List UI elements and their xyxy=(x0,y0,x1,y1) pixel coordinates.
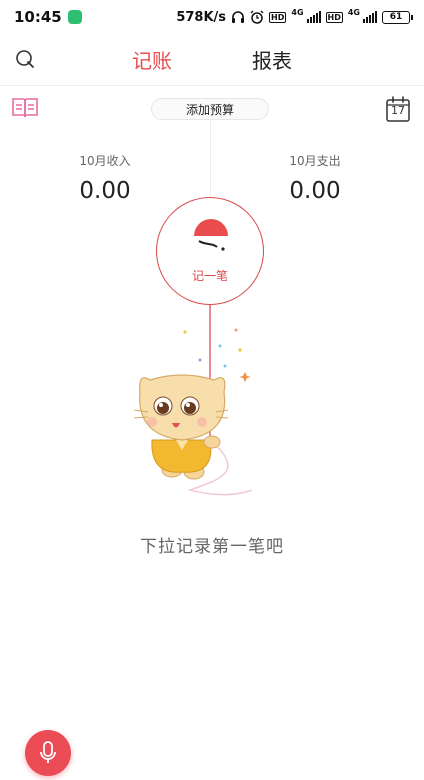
hd-badge: HD xyxy=(269,11,287,23)
pen-icon xyxy=(194,219,228,251)
top-nav: 记账 报表 xyxy=(0,34,424,86)
expense-summary: 10月支出 0.00 xyxy=(250,152,380,204)
calendar-day: 17 xyxy=(391,104,405,117)
income-summary: 10月收入 0.00 xyxy=(40,152,170,204)
expense-label: 10月支出 xyxy=(289,154,341,168)
record-entry-button[interactable]: 记一笔 xyxy=(156,197,264,305)
net-speed: 578K/s xyxy=(176,9,227,25)
hd-badge-2: HD xyxy=(325,11,343,23)
status-time: 10:45 xyxy=(14,8,62,26)
expense-value: 0.00 xyxy=(289,178,341,204)
income-value: 0.00 xyxy=(79,178,131,204)
battery-level: 61 xyxy=(389,12,403,22)
empty-state-hint: 下拉记录第一笔吧 xyxy=(140,537,284,557)
alarm-icon xyxy=(250,10,264,24)
search-icon[interactable] xyxy=(14,48,36,70)
voice-input-button[interactable] xyxy=(25,730,71,776)
tab-reports[interactable]: 报表 xyxy=(212,45,332,74)
divider-line xyxy=(210,120,211,198)
microphone-icon xyxy=(40,741,56,763)
income-label: 10月收入 xyxy=(79,154,131,168)
tab-bookkeeping[interactable]: 记账 xyxy=(92,45,212,74)
headphone-icon xyxy=(232,11,245,23)
add-budget-button[interactable]: 添加预算 xyxy=(151,98,269,120)
status-indicators: 578K/s HD 4G HD 4G 61 xyxy=(176,7,413,25)
book-icon[interactable] xyxy=(12,96,38,120)
network-4g-label-2: 4G xyxy=(347,7,360,17)
record-label: 记一笔 xyxy=(191,269,228,283)
cat-mascot-illustration xyxy=(133,305,253,496)
network-4g-label: 4G xyxy=(291,7,304,17)
calendar-button[interactable]: 17 xyxy=(386,96,410,122)
status-bar: 10:45 578K/s HD 4G HD 4G 61 xyxy=(0,0,424,34)
app-notification-icon xyxy=(67,10,82,24)
signal-icon-2 xyxy=(363,11,377,23)
signal-icon xyxy=(306,11,321,23)
battery-icon: 61 xyxy=(382,10,413,24)
